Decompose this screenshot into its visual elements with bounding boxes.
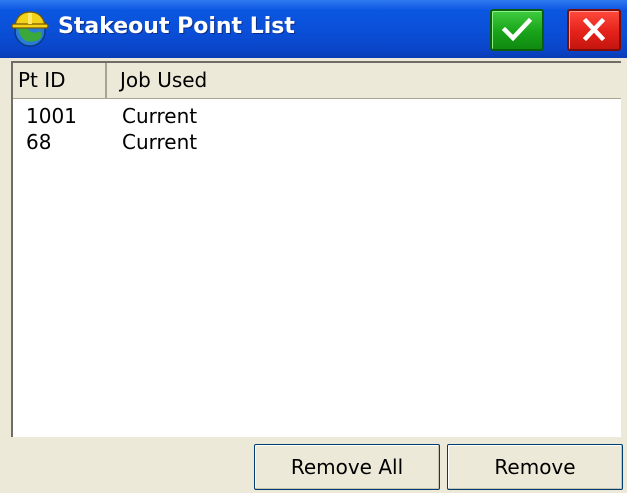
checkmark-icon [501, 17, 533, 42]
stakeout-point-list-window: Stakeout Point List Pt ID Job Used 1001 … [0, 0, 627, 493]
cell-pt-id: 1001 [26, 104, 77, 128]
cell-job-used: Current [122, 130, 198, 154]
remove-button[interactable]: Remove [447, 444, 623, 490]
survey-hardhat-icon [10, 9, 50, 49]
window-title: Stakeout Point List [58, 14, 295, 39]
point-list[interactable]: Pt ID Job Used 1001 Current 68 Current [11, 61, 621, 437]
list-rows: 1001 Current 68 Current [13, 103, 613, 155]
remove-all-button[interactable]: Remove All [254, 444, 440, 490]
column-header-pt-id[interactable]: Pt ID [13, 63, 107, 98]
close-button[interactable] [567, 9, 621, 51]
close-icon [582, 17, 606, 42]
list-header: Pt ID Job Used [13, 63, 621, 99]
cell-job-used: Current [122, 104, 198, 128]
column-header-job-used[interactable]: Job Used [108, 63, 618, 98]
list-item[interactable]: 1001 Current [13, 103, 613, 129]
title-bar: Stakeout Point List [0, 0, 627, 58]
ok-button[interactable] [490, 9, 544, 51]
list-item[interactable]: 68 Current [13, 129, 613, 155]
cell-pt-id: 68 [26, 130, 52, 154]
